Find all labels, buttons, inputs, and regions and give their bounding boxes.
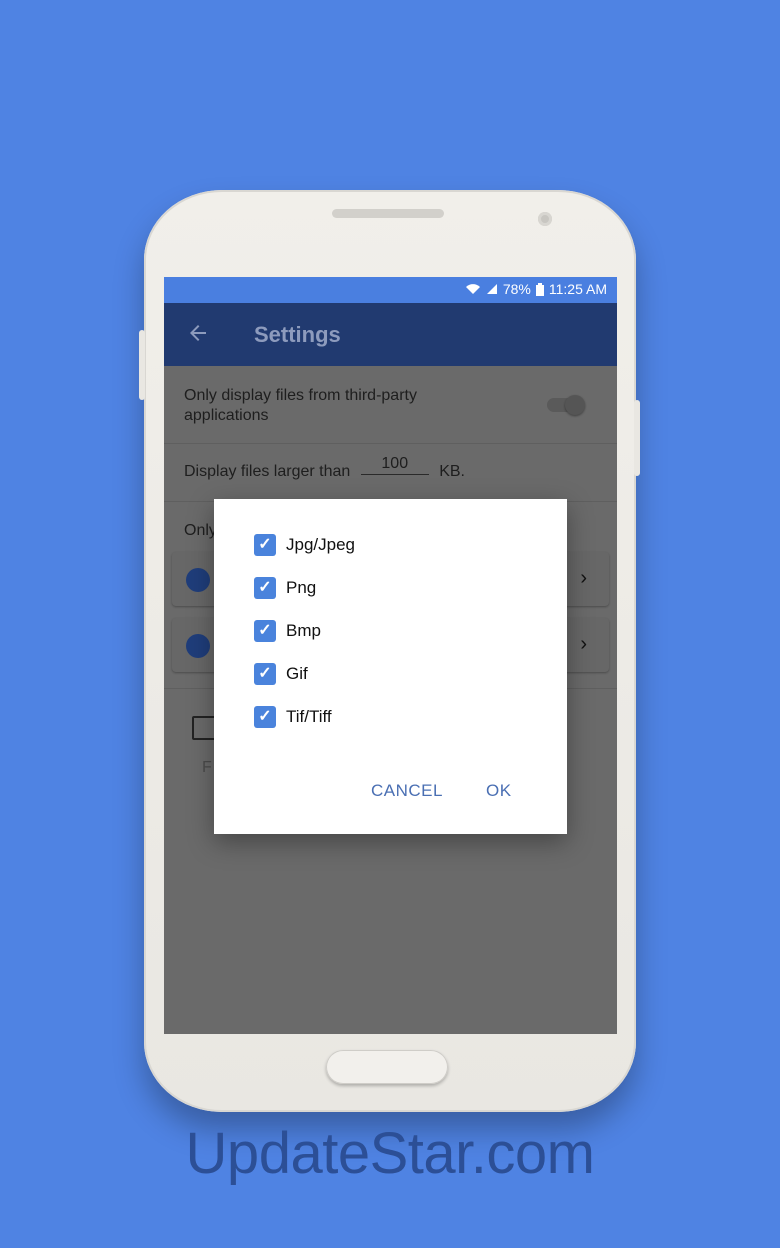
- size-setting-row: Display files larger than 100 KB.: [184, 455, 465, 483]
- front-camera: [538, 212, 552, 226]
- ok-button[interactable]: OK: [486, 781, 512, 801]
- battery-percent: 78%: [502, 281, 531, 297]
- background-dim-text: F: [202, 759, 212, 776]
- option-gif[interactable]: ✓ Gif: [254, 663, 308, 685]
- option-label: Tif/Tiff: [286, 707, 332, 726]
- checkbox-checked-icon[interactable]: ✓: [254, 534, 276, 556]
- checkbox-checked-icon[interactable]: ✓: [254, 620, 276, 642]
- size-prefix: Display files larger than: [184, 463, 351, 480]
- file-type-dialog: ✓ Jpg/Jpeg ✓ Png ✓ Bmp ✓ Gif ✓ Tif/Tiff …: [214, 499, 567, 834]
- watermark: UpdateStar.com: [185, 1121, 595, 1186]
- page-title: Settings: [254, 322, 341, 347]
- option-label: Gif: [286, 664, 308, 683]
- earpiece-speaker: [332, 209, 444, 218]
- option-label: Bmp: [286, 621, 321, 640]
- home-button[interactable]: [326, 1050, 448, 1084]
- checkbox-checked-icon[interactable]: ✓: [254, 706, 276, 728]
- app-bar: Settings: [164, 303, 617, 366]
- option-label: Png: [286, 578, 317, 597]
- image-icon: [186, 568, 210, 592]
- checkbox-checked-icon[interactable]: ✓: [254, 663, 276, 685]
- background-checkbox[interactable]: [192, 716, 216, 740]
- only-label: Only: [184, 522, 217, 539]
- size-unit: KB.: [439, 463, 465, 480]
- option-bmp[interactable]: ✓ Bmp: [254, 620, 321, 642]
- option-jpg[interactable]: ✓ Jpg/Jpeg: [254, 534, 355, 556]
- toggle-thumb: [565, 395, 585, 415]
- document-icon: [186, 634, 210, 658]
- option-png[interactable]: ✓ Png: [254, 577, 316, 599]
- checkbox-checked-icon[interactable]: ✓: [254, 577, 276, 599]
- back-arrow-icon[interactable]: [186, 321, 210, 345]
- option-tif[interactable]: ✓ Tif/Tiff: [254, 706, 332, 728]
- volume-button: [139, 330, 145, 400]
- power-button: [634, 400, 640, 476]
- third-party-setting-label: Only display files from third-party appl…: [184, 387, 417, 424]
- chevron-right-icon: ›: [580, 633, 587, 655]
- size-input[interactable]: 100: [360, 454, 429, 475]
- divider: [164, 443, 617, 444]
- wifi-icon: [465, 284, 480, 294]
- battery-icon: [535, 282, 544, 296]
- status-bar: 78% 11:25 AM: [164, 277, 617, 303]
- clock: 11:25 AM: [548, 281, 607, 297]
- option-label: Jpg/Jpeg: [286, 535, 355, 554]
- signal-icon: [486, 284, 497, 294]
- cancel-button[interactable]: CANCEL: [371, 781, 443, 801]
- chevron-right-icon: ›: [580, 567, 587, 589]
